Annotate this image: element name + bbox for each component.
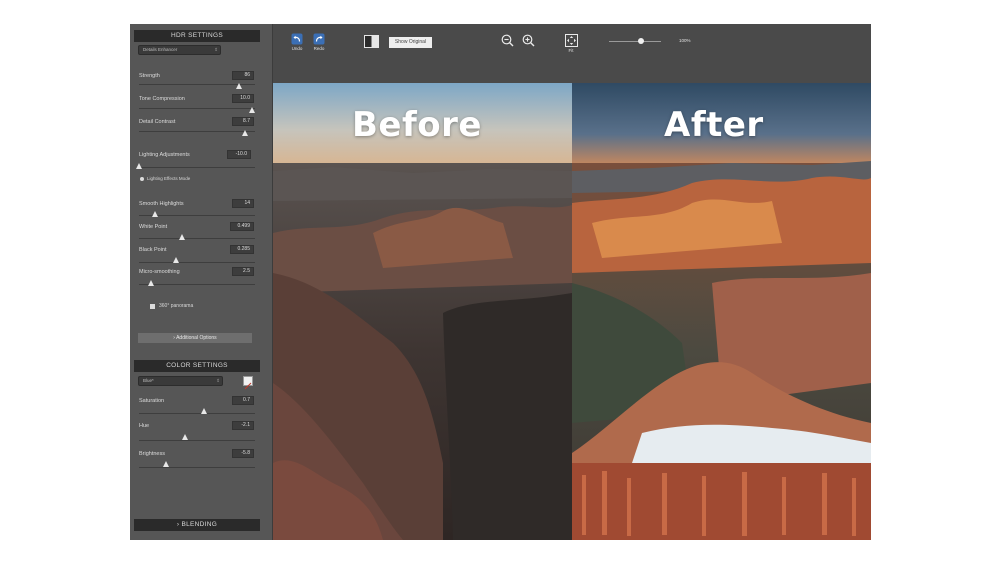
tone-compression-slider[interactable]: [139, 108, 255, 109]
tone-compression-label: Tone Compression: [139, 96, 185, 102]
after-label: After: [664, 105, 764, 145]
zoom-in-icon: [522, 34, 534, 47]
detail-contrast-slider-thumb[interactable]: [241, 130, 248, 136]
saturation-label: Saturation: [139, 398, 165, 404]
white-point-slider[interactable]: [139, 238, 255, 239]
detail-contrast-label: Detail Contrast: [139, 119, 176, 125]
lighting-effects-mode-label: Lighting Effects Mode: [147, 176, 191, 181]
hue-label: Hue: [139, 423, 150, 429]
undo-label: Undo: [291, 46, 303, 51]
tone-compression-slider-thumb[interactable]: [248, 107, 255, 113]
undo-icon: [291, 33, 303, 45]
before-photo: [273, 83, 572, 540]
micro-smoothing-label: Micro-smoothing: [139, 269, 180, 275]
undo-button[interactable]: Undo: [289, 33, 305, 52]
color-preset-value: Blue*: [143, 378, 154, 383]
additional-options-button[interactable]: › Additional Options: [138, 333, 252, 343]
brightness-value[interactable]: -5.8: [232, 449, 254, 458]
color-preset-dropdown[interactable]: Blue* ⇕: [138, 376, 223, 386]
settings-panel: HDR SETTINGS Details Enhancer ⇕ Strength…: [130, 24, 273, 540]
smooth-highlights-label: Smooth Highlights: [139, 201, 184, 207]
toolbar: Undo Redo Show Original Fit 100%: [273, 24, 871, 83]
chevron-right-icon: ›: [173, 335, 175, 341]
hue-value[interactable]: -2.1: [232, 421, 254, 430]
hdr-preset-dropdown[interactable]: Details Enhancer ⇕: [138, 45, 221, 55]
app-window: HDR SETTINGS Details Enhancer ⇕ Strength…: [130, 24, 871, 540]
black-point-slider[interactable]: [139, 262, 255, 263]
zoom-out-button[interactable]: [500, 34, 514, 47]
after-image: After: [572, 83, 871, 540]
fit-label: Fit: [568, 48, 574, 53]
compare-icon: [363, 35, 379, 48]
before-label: Before: [352, 105, 482, 145]
color-settings-header[interactable]: COLOR SETTINGS: [134, 360, 260, 372]
lighting-effects-mode-radio[interactable]: [140, 177, 144, 181]
smooth-highlights-value[interactable]: 14: [232, 199, 254, 208]
show-original-button[interactable]: Show Original: [389, 37, 432, 48]
black-point-value[interactable]: 0.285: [230, 245, 254, 254]
hue-slider[interactable]: [139, 440, 255, 441]
zoom-in-button[interactable]: [521, 34, 535, 47]
white-point-label: White Point: [139, 224, 168, 230]
detail-contrast-slider[interactable]: [139, 131, 255, 132]
white-point-slider-thumb[interactable]: [178, 234, 185, 240]
detail-contrast-value[interactable]: 8.7: [232, 117, 254, 126]
brightness-slider[interactable]: [139, 467, 255, 468]
zoom-level: 100%: [679, 38, 691, 43]
strength-slider-thumb[interactable]: [235, 83, 242, 89]
black-point-slider-thumb[interactable]: [173, 257, 180, 263]
after-photo: [572, 83, 871, 540]
fit-icon: [564, 34, 578, 47]
chevron-right-icon: ›: [176, 521, 180, 528]
redo-label: Redo: [313, 46, 325, 51]
zoom-slider[interactable]: [609, 41, 661, 42]
dropdown-arrow-icon: ⇕: [216, 378, 220, 383]
strength-value[interactable]: 86: [232, 71, 254, 80]
blending-header[interactable]: › BLENDING: [134, 519, 260, 531]
color-picker-icon: [244, 382, 252, 390]
color-picker-button[interactable]: [243, 376, 253, 390]
dropdown-arrow-icon: ⇕: [214, 47, 218, 52]
micro-smoothing-value[interactable]: 2.5: [232, 267, 254, 276]
compare-button[interactable]: [363, 35, 379, 48]
blending-label: BLENDING: [181, 521, 218, 528]
saturation-slider[interactable]: [139, 413, 255, 414]
micro-smoothing-slider-thumb[interactable]: [147, 280, 154, 286]
panorama-label: 360° panorama: [159, 303, 194, 309]
black-point-label: Black Point: [139, 247, 167, 253]
redo-icon: [313, 33, 325, 45]
hdr-preset-value: Details Enhancer: [143, 47, 178, 52]
hdr-settings-header[interactable]: HDR SETTINGS: [134, 30, 260, 42]
tone-compression-value[interactable]: 10.0: [232, 94, 254, 103]
lighting-adjustments-slider-thumb[interactable]: [136, 163, 142, 169]
lighting-adjustments-value[interactable]: -10.0: [227, 150, 251, 159]
zoom-out-icon: [501, 34, 513, 47]
saturation-value[interactable]: 0.7: [232, 396, 254, 405]
lighting-adjustments-label: Lighting Adjustments: [139, 152, 190, 158]
smooth-highlights-slider-thumb[interactable]: [152, 211, 159, 217]
image-preview[interactable]: Before After: [273, 83, 871, 540]
redo-button[interactable]: Redo: [311, 33, 327, 52]
lighting-adjustments-slider[interactable]: [139, 167, 255, 168]
saturation-slider-thumb[interactable]: [200, 408, 207, 414]
micro-smoothing-slider[interactable]: [139, 284, 255, 285]
panorama-checkbox[interactable]: [150, 304, 155, 309]
zoom-slider-thumb[interactable]: [638, 38, 645, 44]
strength-label: Strength: [139, 73, 160, 79]
additional-options-label: Additional Options: [176, 335, 217, 341]
hue-slider-thumb[interactable]: [182, 434, 189, 440]
before-image: Before: [273, 83, 572, 540]
brightness-label: Brightness: [139, 451, 165, 457]
brightness-slider-thumb[interactable]: [162, 461, 169, 467]
fit-button[interactable]: Fit: [563, 34, 579, 54]
white-point-value[interactable]: 0.499: [230, 222, 254, 231]
